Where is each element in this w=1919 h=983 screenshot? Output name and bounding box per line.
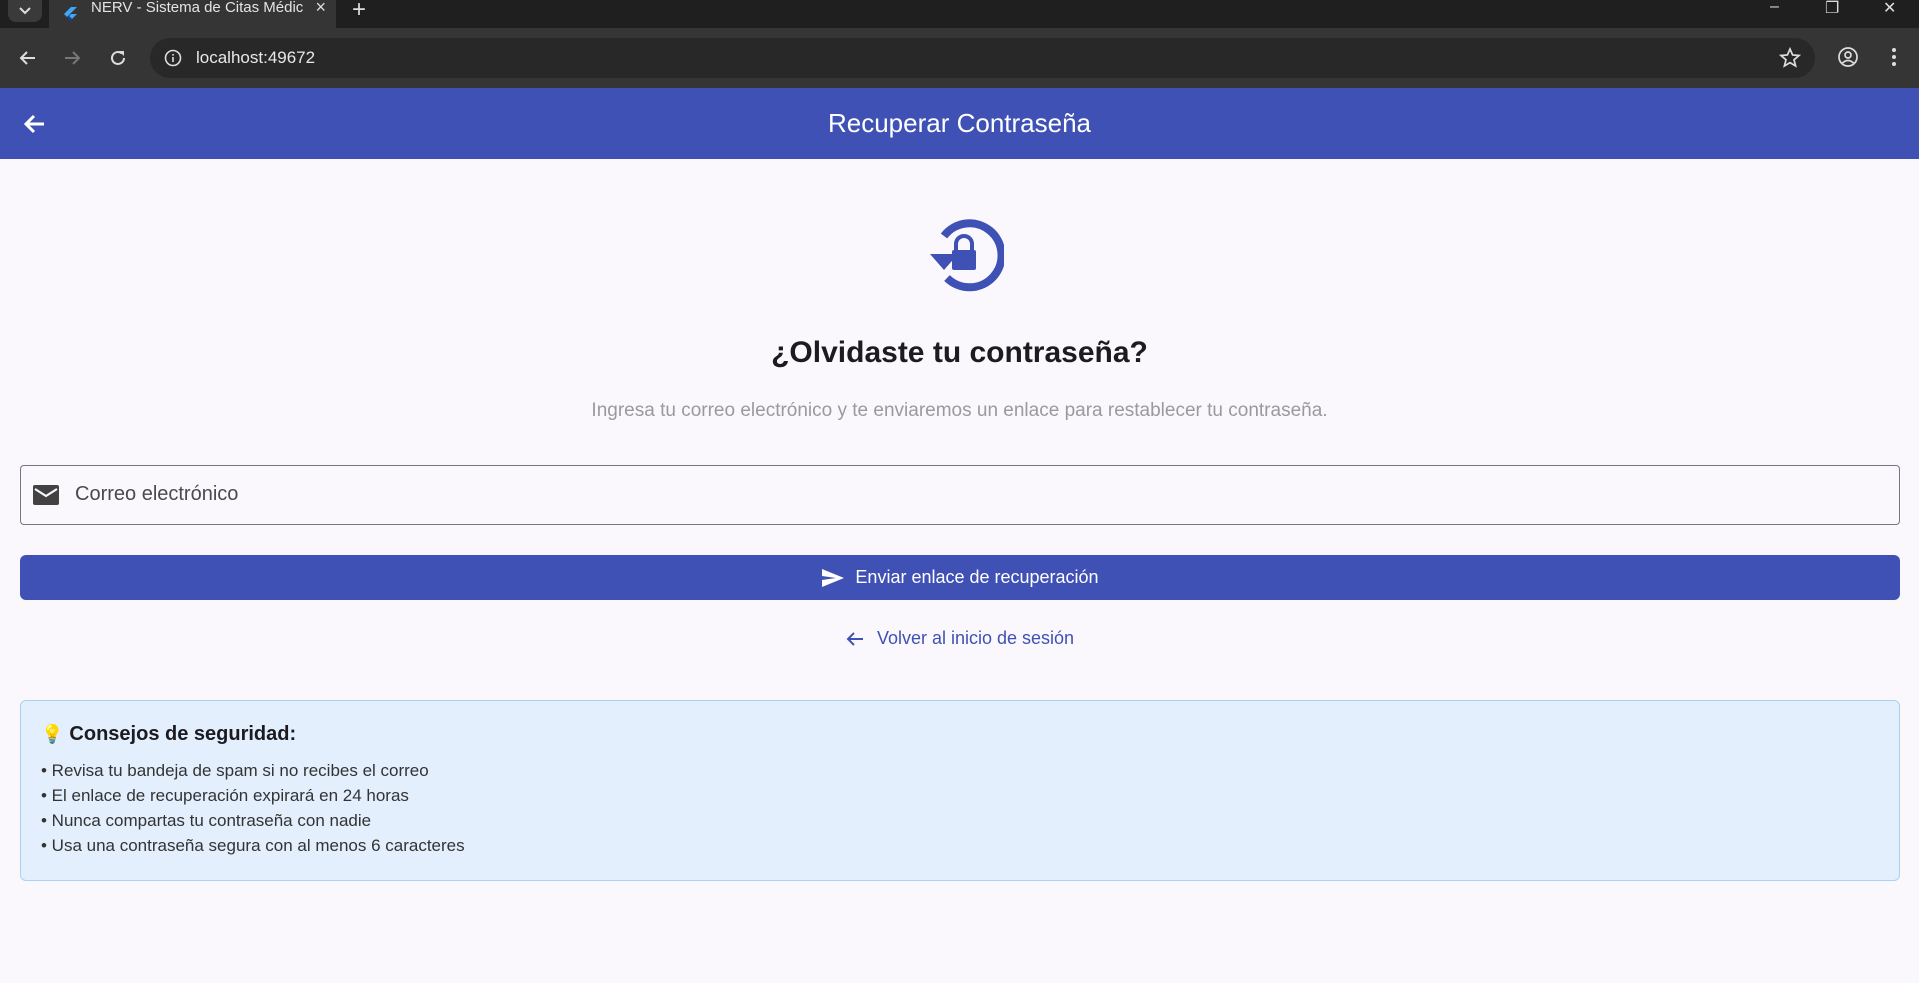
close-window-icon[interactable]: ✕ (1883, 0, 1896, 18)
tab-search-button[interactable] (8, 0, 42, 22)
tab-title: NERV - Sistema de Citas Médicas (91, 0, 303, 16)
list-item: • Usa una contraseña segura con al menos… (41, 836, 465, 855)
forgot-password-heading: ¿Olvidaste tu contraseña? (771, 336, 1148, 369)
tips-title: 💡 Consejos de seguridad: (41, 723, 1879, 746)
app-bar: Recuperar Contraseña (0, 88, 1919, 159)
back-icon[interactable] (16, 46, 40, 70)
back-to-login-link[interactable]: Volver al inicio de sesión (0, 628, 1919, 649)
address-bar[interactable]: localhost:49672 (150, 38, 1815, 78)
instructions-text: Ingresa tu correo electrónico y te envia… (591, 400, 1328, 421)
page-title: Recuperar Contraseña (827, 108, 1092, 138)
lightbulb-icon: 💡 (41, 724, 64, 744)
minimize-icon[interactable]: – (1770, 0, 1779, 16)
send-icon (821, 568, 845, 588)
email-field[interactable] (20, 465, 1900, 525)
back-to-login-label: Volver al inicio de sesión (876, 628, 1075, 648)
email-input[interactable] (75, 466, 1875, 523)
browser-tab[interactable]: NERV - Sistema de Citas Médicas × (49, 0, 336, 28)
browser-tab-strip: NERV - Sistema de Citas Médicas × + – ❐ … (0, 0, 1919, 28)
star-icon[interactable] (1778, 46, 1802, 74)
restore-icon[interactable]: ❐ (1825, 0, 1839, 18)
lock-reset-icon (914, 214, 1006, 294)
list-item: • El enlace de recuperación expirará en … (41, 786, 409, 805)
forward-icon[interactable] (60, 46, 84, 70)
mail-icon (32, 483, 60, 507)
tips-list: • Revisa tu bandeja de spam si no recibe… (41, 758, 1879, 858)
profile-icon[interactable] (1836, 45, 1860, 69)
send-button-label: Enviar enlace de recuperación (855, 567, 1099, 587)
browser-toolbar: localhost:49672 (0, 28, 1919, 88)
url-text: localhost:49672 (196, 48, 316, 67)
close-icon[interactable]: × (315, 0, 326, 16)
tips-title-text: Consejos de seguridad: (69, 723, 297, 745)
list-item: • Revisa tu bandeja de spam si no recibe… (41, 761, 429, 780)
arrow-left-icon (845, 630, 865, 648)
send-recovery-link-button[interactable]: Enviar enlace de recuperación (20, 555, 1900, 600)
security-tips-card: 💡 Consejos de seguridad: • Revisa tu ban… (20, 700, 1900, 881)
flutter-favicon-icon (61, 5, 79, 23)
plus-icon[interactable]: + (352, 0, 366, 24)
list-item: • Nunca compartas tu contraseña con nadi… (41, 811, 372, 830)
chevron-down-icon (19, 7, 31, 15)
reload-icon[interactable] (106, 46, 130, 70)
more-icon[interactable] (1882, 45, 1906, 69)
info-icon[interactable] (163, 48, 183, 68)
